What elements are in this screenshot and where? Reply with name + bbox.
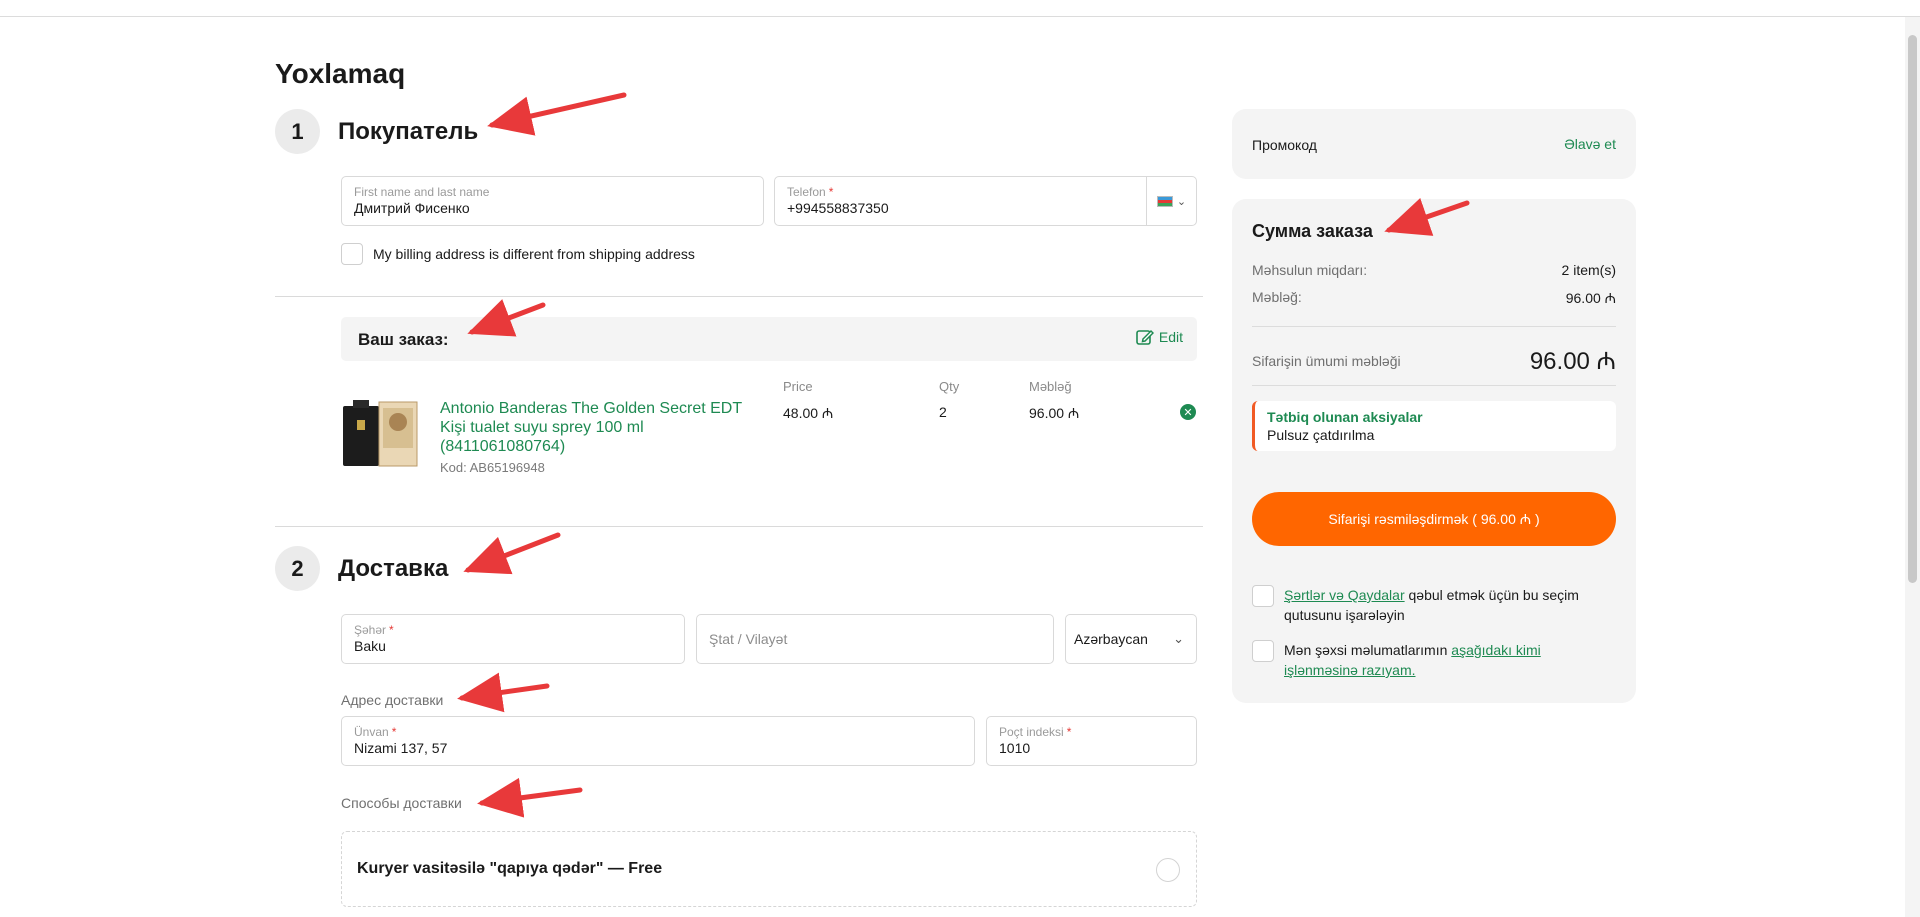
arrow-annotation (477, 777, 583, 818)
summary-divider (1252, 326, 1616, 327)
summary-amount-label: Məbləğ: (1252, 289, 1302, 305)
summary-amount-value: 96.00 ₼ (1565, 290, 1616, 306)
step-number: 2 (275, 546, 320, 591)
postcode-field[interactable]: Poçt indeksi * 1010 (986, 716, 1197, 766)
postcode-field-label: Poçt indeksi * (999, 725, 1072, 739)
step-number: 1 (275, 109, 320, 154)
billing-checkbox-row[interactable]: My billing address is different from shi… (341, 243, 695, 265)
summary-qty-row: Məhsulun miqdarı: 2 item(s) (1252, 262, 1616, 278)
state-input[interactable] (709, 615, 1041, 663)
section-divider (275, 296, 1203, 297)
country-code-select[interactable]: ⌄ (1146, 177, 1196, 225)
terms-link[interactable]: Şərtlər və Qaydalar (1284, 587, 1405, 603)
address-section-label: Адрес доставки (341, 692, 444, 708)
address-field-value: Nizami 137, 57 (354, 740, 448, 756)
applied-promotions-box: Tətbiq olunan aksiyalar Pulsuz çatdırılm… (1252, 401, 1616, 451)
applied-promotions-title: Tətbiq olunan aksiyalar (1267, 409, 1423, 425)
summary-divider (1252, 385, 1616, 386)
azerbaijan-flag-icon (1156, 195, 1173, 207)
applied-promotions-value: Pulsuz çatdırılma (1267, 427, 1375, 443)
address-field-label: Ünvan * (354, 725, 397, 739)
step-delivery: 2 Доставка (275, 546, 448, 591)
postcode-field-value: 1010 (999, 740, 1031, 756)
product-name-link[interactable]: Antonio Banderas The Golden Secret EDT K… (440, 399, 760, 456)
arrow-annotation (463, 532, 561, 575)
shipping-option-courier[interactable]: Kuryer vasitəsilə "qapıya qədər" — Free (341, 831, 1197, 907)
section-divider (275, 526, 1203, 527)
terms-checkbox-row: Şərtlər və Qaydalar qəbul etmək üçün bu … (1252, 585, 1616, 625)
billing-checkbox-label: My billing address is different from shi… (373, 246, 695, 262)
summary-total-label: Sifarişin ümumi məbləği (1252, 352, 1401, 369)
place-order-button[interactable]: Sifarişi rəsmiləşdirmək ( 96.00 ₼ ) (1252, 492, 1616, 546)
add-promo-code-link[interactable]: Əlavə et (1564, 136, 1616, 152)
country-select-value: Azərbaycan (1074, 631, 1148, 647)
item-price: 48.00 ₼ (783, 405, 834, 421)
phone-field[interactable]: Telefon * +994558837350 ⌄ (774, 176, 1197, 226)
edit-icon (1136, 329, 1154, 345)
name-field[interactable]: First name and last name Дмитрий Фисенко (341, 176, 764, 226)
chevron-down-icon: ⌄ (1173, 631, 1184, 646)
step-title: Покупатель (338, 117, 479, 145)
country-select[interactable]: Azərbaycan ⌄ (1065, 614, 1197, 664)
item-amount: 96.00 ₼ (1029, 405, 1080, 421)
order-summary-card: Сумма заказа Məhsulun miqdarı: 2 item(s)… (1232, 199, 1636, 703)
product-image[interactable] (341, 398, 419, 468)
step-buyer: 1 Покупатель (275, 109, 478, 154)
price-column-header: Price (783, 379, 813, 394)
scrollbar-thumb[interactable] (1908, 35, 1917, 583)
summary-total-row: Sifarişin ümumi məbləği 96.00 ₼ (1252, 344, 1616, 377)
order-summary-title: Сумма заказа (1252, 221, 1373, 241)
privacy-checkbox[interactable] (1252, 640, 1274, 662)
address-field[interactable]: Ünvan * Nizami 137, 57 (341, 716, 975, 766)
remove-item-icon[interactable]: ✕ (1180, 404, 1196, 420)
billing-checkbox[interactable] (341, 243, 363, 265)
order-title: Ваш заказ: (358, 330, 449, 349)
product-code: Kod: AB65196948 (440, 460, 545, 475)
delivery-methods-label: Способы доставки (341, 795, 462, 811)
amount-column-header: Məbləğ (1029, 379, 1072, 394)
summary-total-value: 96.00 ₼ (1529, 348, 1616, 375)
order-header: Ваш заказ: Edit (341, 317, 1197, 361)
terms-text: Şərtlər və Qaydalar qəbul etmək üçün bu … (1284, 587, 1579, 623)
state-field[interactable] (696, 614, 1054, 664)
phone-field-label: Telefon * (787, 185, 834, 199)
page-scrollbar[interactable] (1905, 17, 1920, 917)
chevron-down-icon: ⌄ (1176, 195, 1187, 208)
shipping-option-label: Kuryer vasitəsilə "qapıya qədər" — Free (357, 860, 663, 877)
terms-checkbox[interactable] (1252, 585, 1274, 607)
promo-code-label: Промокод (1252, 137, 1317, 153)
city-field-label: Şəhər * (354, 623, 394, 637)
name-field-label: First name and last name (354, 185, 490, 199)
edit-order-label: Edit (1158, 329, 1183, 345)
shipping-option-radio[interactable] (1156, 858, 1180, 882)
browser-top-bar (0, 0, 1920, 17)
privacy-checkbox-row: Mən şəxsi məlumatlarımın aşağıdakı kimi … (1252, 640, 1616, 680)
item-qty: 2 (939, 404, 947, 420)
phone-field-value: +994558837350 (787, 200, 889, 216)
arrow-annotation (487, 92, 627, 136)
summary-qty-label: Məhsulun miqdarı: (1252, 262, 1368, 278)
city-field[interactable]: Şəhər * Baku (341, 614, 685, 664)
name-field-value: Дмитрий Фисенко (354, 200, 470, 216)
step-title: Доставка (338, 554, 449, 582)
summary-amount-row: Məbləğ: 96.00 ₼ (1252, 289, 1616, 308)
edit-order-button[interactable]: Edit (1136, 329, 1183, 345)
city-field-value: Baku (354, 638, 386, 654)
privacy-text: Mən şəxsi məlumatlarımın aşağıdakı kimi … (1284, 642, 1541, 678)
promo-code-card: Промокод Əlavə et (1232, 109, 1636, 179)
page-title: Yoxlamaq (275, 58, 406, 89)
qty-column-header: Qty (939, 379, 960, 394)
summary-qty-value: 2 item(s) (1561, 262, 1616, 278)
arrow-annotation (457, 672, 550, 713)
